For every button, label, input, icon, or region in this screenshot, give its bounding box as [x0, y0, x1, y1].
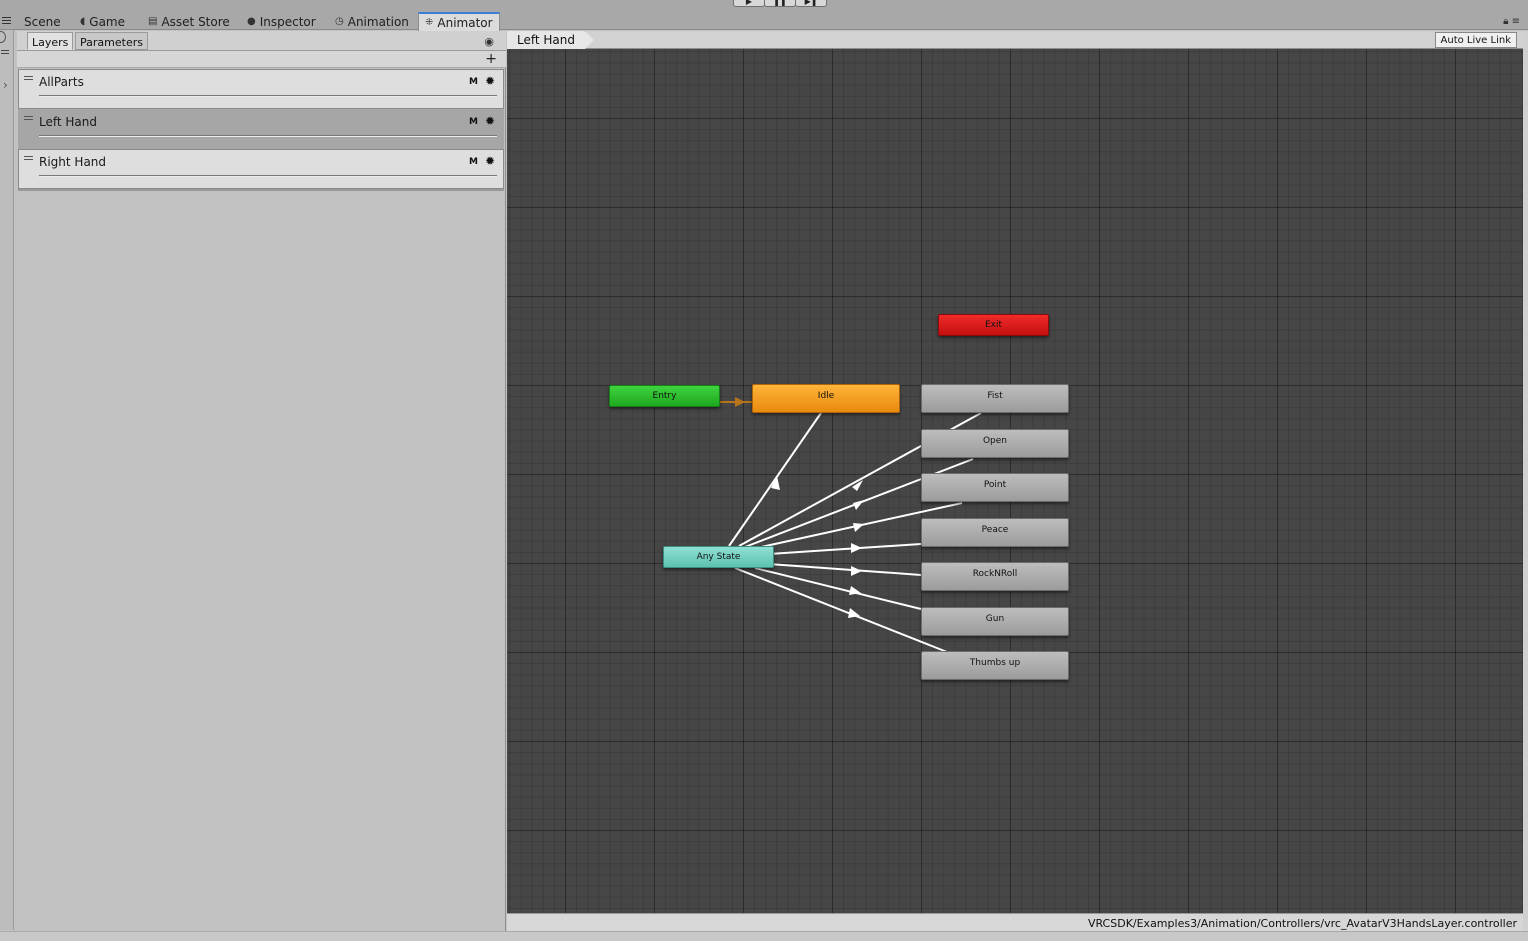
state-open[interactable]: Open — [921, 429, 1069, 458]
tab-scene[interactable]: Scene — [18, 13, 67, 30]
step-icon: ▶❚ — [804, 0, 818, 6]
mask-badge: M — [469, 77, 478, 87]
drag-handle-icon[interactable] — [24, 76, 33, 82]
tab-game[interactable]: ◖ Game — [74, 13, 131, 30]
state-entry[interactable]: Entry — [609, 385, 720, 407]
info-icon: ● — [247, 16, 256, 27]
pause-icon: ❚❚ — [773, 0, 787, 6]
state-label: Idle — [817, 390, 835, 401]
tab-label: Layers — [32, 36, 69, 49]
tab-label: Inspector — [259, 14, 316, 29]
state-label: Entry — [652, 391, 677, 401]
state-rocknroll[interactable]: RockNRoll — [921, 562, 1069, 591]
bottom-strip — [0, 931, 1528, 941]
play-button[interactable]: ▶ — [733, 0, 765, 7]
panel-tabs: Layers Parameters ◉ — [17, 31, 506, 51]
lock-menu[interactable]: 🔒︎ ≡ — [1503, 16, 1520, 27]
tab-parameters[interactable]: Parameters — [75, 32, 148, 50]
mask-badge: M — [469, 157, 478, 167]
layers-panel: Layers Parameters ◉ + AllParts M ✹ Left … — [17, 31, 506, 931]
window-tab-bar: ▶ ❚❚ ▶❚ Scene ◖ Game ▤ Asset Store ● Inspec… — [0, 0, 1528, 31]
tab-layers[interactable]: Layers — [27, 32, 74, 50]
tab-asset-store[interactable]: ▤ Asset Store — [142, 13, 236, 30]
default-transition-arrow — [735, 397, 745, 407]
auto-live-link-button[interactable]: Auto Live Link — [1434, 32, 1517, 48]
tab-inspector[interactable]: ● Inspector — [241, 13, 322, 30]
state-thumbs-up[interactable]: Thumbs up — [921, 651, 1069, 680]
state-label: Exit — [984, 320, 1003, 330]
layer-list-divider — [18, 189, 504, 191]
state-point[interactable]: Point — [921, 473, 1069, 502]
tab-label: Parameters — [80, 36, 143, 49]
tab-label: Animator — [437, 15, 493, 30]
layer-name: AllParts — [39, 75, 84, 89]
transition-any-to-rocknroll[interactable] — [768, 563, 922, 576]
animator-graph[interactable]: Left Hand Auto Live Link Exit Entry Idle… — [507, 31, 1523, 913]
layer-name: Left Hand — [39, 115, 97, 129]
tab-label: Animation — [347, 14, 409, 29]
gear-icon[interactable]: ✹ — [485, 154, 495, 168]
transition-any-to-thumbs-up[interactable] — [734, 567, 948, 653]
circle-icon[interactable] — [0, 31, 6, 43]
state-label: Fist — [987, 390, 1003, 401]
pause-button[interactable]: ❚❚ — [764, 0, 796, 7]
eye-icon[interactable]: ◉ — [484, 35, 494, 48]
clock-icon: ◷ — [335, 16, 344, 27]
chevron-right-icon[interactable]: › — [3, 78, 8, 92]
layer-item-left-hand[interactable]: Left Hand M ✹ — [18, 109, 504, 149]
state-gun[interactable]: Gun — [921, 607, 1069, 636]
mask-badge: M — [469, 117, 478, 127]
state-label: Gun — [985, 613, 1005, 624]
add-layer-button[interactable]: + — [485, 51, 497, 67]
tab-animator[interactable]: ⁜ Animator — [418, 12, 500, 31]
play-icon: ▶ — [745, 0, 753, 6]
step-button[interactable]: ▶❚ — [795, 0, 827, 7]
layers-toolbar: + — [17, 51, 506, 68]
layer-item-right-hand[interactable]: Right Hand M ✹ — [18, 149, 504, 189]
pane-menu-icon[interactable]: ≡ — [1512, 16, 1520, 27]
state-exit[interactable]: Exit — [938, 314, 1049, 336]
weight-slider[interactable] — [39, 175, 497, 177]
tab-label: Scene — [24, 14, 61, 29]
state-fist[interactable]: Fist — [921, 384, 1069, 413]
gear-icon[interactable]: ✹ — [485, 74, 495, 88]
state-peace[interactable]: Peace — [921, 518, 1069, 547]
store-icon: ▤ — [148, 16, 158, 27]
state-label: Thumbs up — [969, 657, 1021, 668]
state-idle[interactable]: Idle — [752, 384, 900, 413]
layer-name: Right Hand — [39, 155, 107, 169]
left-edge-strip: › — [0, 30, 14, 930]
tab-animation[interactable]: ◷ Animation — [329, 13, 415, 30]
breadcrumb[interactable]: Left Hand — [507, 31, 594, 49]
controller-path: VRCSDK/Examples3/Animation/Controllers/v… — [1087, 917, 1517, 930]
tab-label: Asset Store — [161, 14, 230, 29]
state-label: Peace — [981, 524, 1009, 535]
state-any-state[interactable]: Any State — [663, 546, 774, 568]
tab-menu-icon[interactable] — [2, 17, 11, 25]
tab-label: Game — [89, 14, 126, 29]
game-icon: ◖ — [80, 16, 86, 27]
drag-handle-icon[interactable] — [24, 116, 33, 122]
weight-slider[interactable] — [39, 95, 497, 97]
animator-icon: ⁜ — [425, 17, 434, 28]
transition-lines — [720, 397, 982, 653]
state-label: Open — [982, 435, 1008, 446]
graph-header: Left Hand Auto Live Link — [507, 31, 1523, 49]
play-controls: ▶ ❚❚ ▶❚ — [733, 0, 827, 7]
weight-slider[interactable] — [39, 135, 497, 137]
transition-any-to-peace[interactable] — [768, 543, 922, 555]
gear-icon[interactable]: ✹ — [485, 114, 495, 128]
vertical-scrollbar[interactable] — [1523, 31, 1528, 931]
drag-handle-icon[interactable] — [24, 156, 33, 162]
state-label: RockNRoll — [972, 568, 1018, 579]
state-label: Any State — [696, 552, 741, 562]
menu-icon[interactable] — [1, 50, 9, 56]
state-label: Point — [983, 479, 1007, 490]
status-bar: VRCSDK/Examples3/Animation/Controllers/v… — [507, 913, 1523, 931]
layer-item-allparts[interactable]: AllParts M ✹ — [18, 69, 504, 109]
lock-icon[interactable]: 🔒︎ — [1503, 16, 1508, 27]
